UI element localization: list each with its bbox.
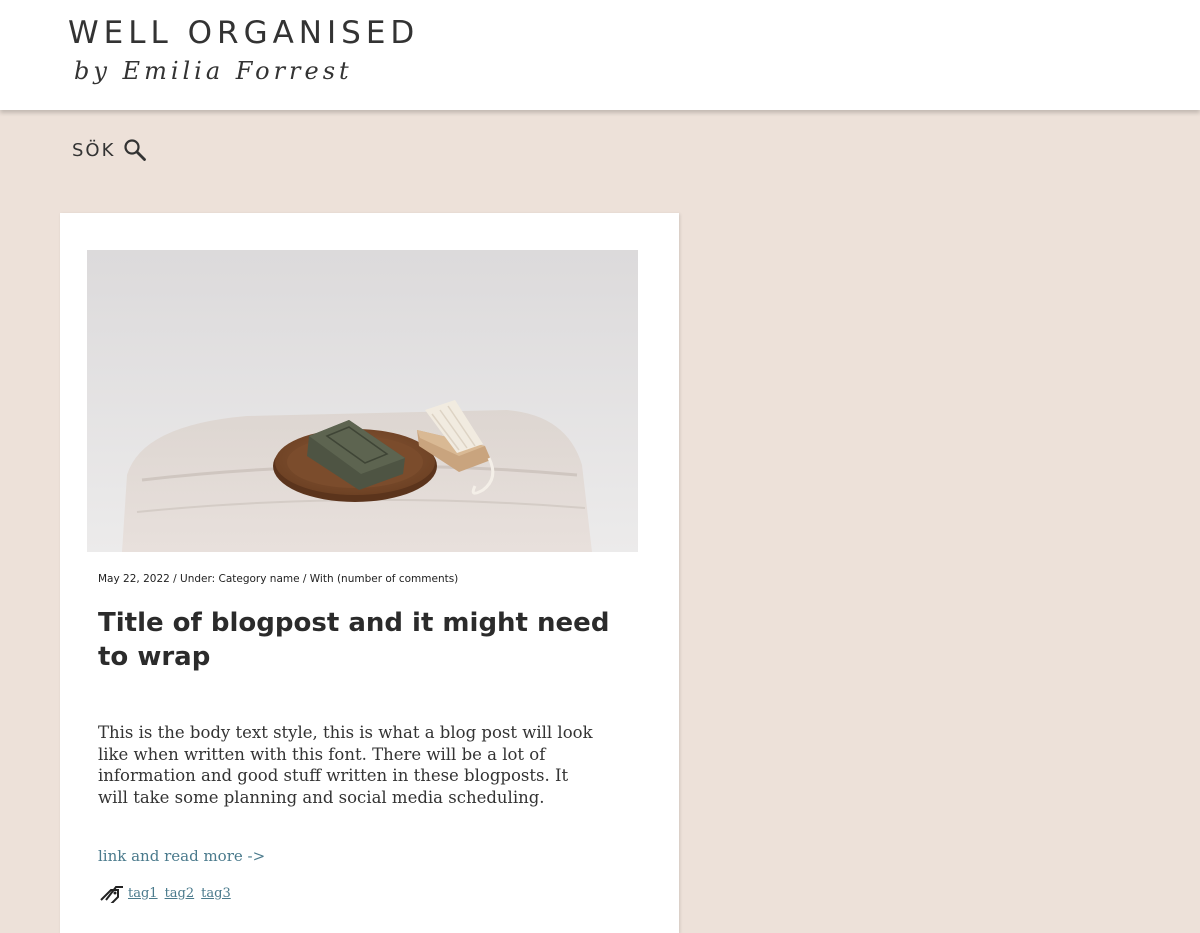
search-label: SÖK (72, 139, 116, 161)
search-button[interactable]: SÖK (72, 138, 147, 162)
read-more-link[interactable]: link and read more -> (98, 847, 265, 865)
site-header: WELL ORGANISED by Emilia Forrest (0, 0, 1200, 110)
site-byline: by Emilia Forrest (74, 57, 353, 85)
blog-post-card: May 22, 2022 / Under: Category name / Wi… (60, 213, 679, 933)
photo-soap-brush (87, 250, 638, 552)
tag-link[interactable]: tag1 (128, 886, 158, 901)
post-image[interactable] (87, 250, 638, 552)
tag-link[interactable]: tag3 (201, 886, 231, 901)
search-icon (124, 139, 147, 161)
post-meta: May 22, 2022 / Under: Category name / Wi… (98, 573, 459, 585)
post-title[interactable]: Title of blogpost and it might need to w… (98, 606, 628, 674)
site-logo[interactable]: WELL ORGANISED by Emilia Forrest (68, 14, 419, 86)
site-title: WELL ORGANISED (68, 15, 420, 51)
tag-list: tag1 tag2 tag3 (98, 883, 238, 903)
tag-link[interactable]: tag2 (165, 886, 195, 901)
post-body: This is the body text style, this is wha… (98, 723, 593, 808)
tag-icon (100, 886, 123, 903)
